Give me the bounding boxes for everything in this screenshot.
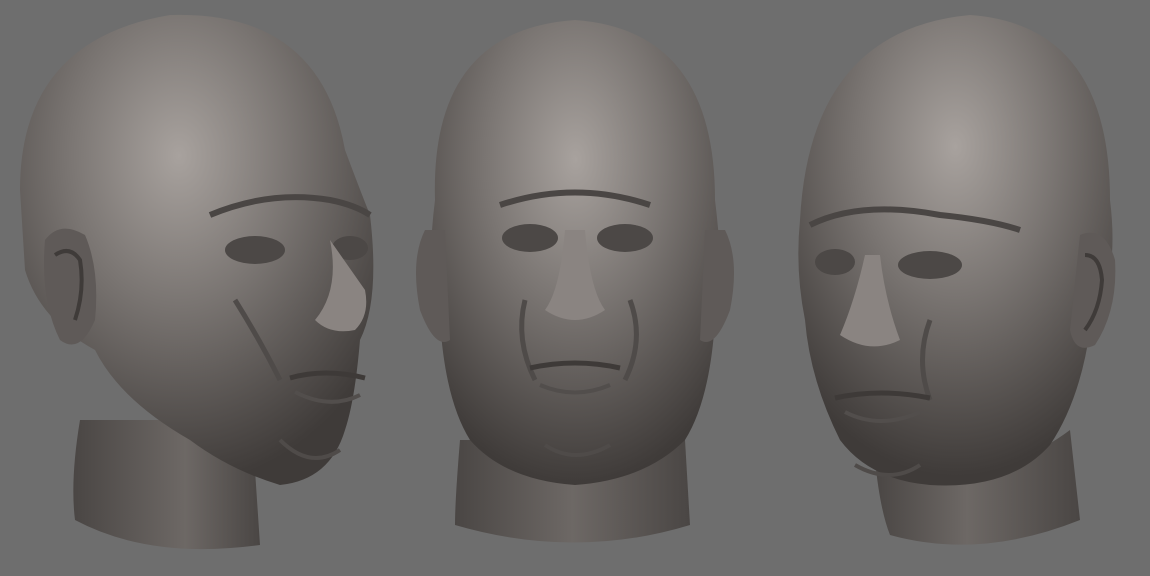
head-sculpt-three-quarter-left bbox=[0, 0, 390, 576]
head-sculpt-left-image bbox=[20, 14, 374, 550]
head-sculpt-front bbox=[395, 0, 755, 576]
head-sculpt-right-image bbox=[798, 15, 1116, 545]
head-sculpt-front-image bbox=[416, 20, 734, 543]
render-canvas bbox=[0, 0, 1150, 576]
head-sculpt-three-quarter-right bbox=[780, 0, 1150, 576]
